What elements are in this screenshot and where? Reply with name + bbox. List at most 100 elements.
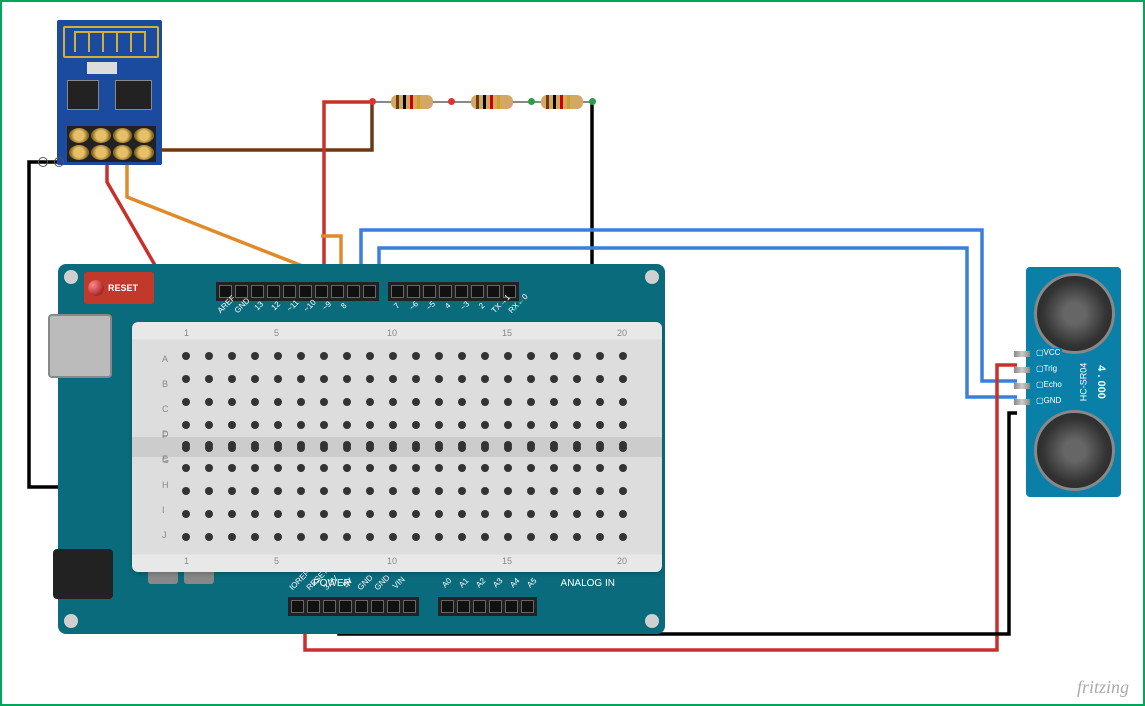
pin-label: A2 <box>472 574 490 592</box>
power-pin-labels: IOREFRESET3.3V5VGNDGNDVIN <box>294 583 413 592</box>
reset-button[interactable] <box>88 280 104 296</box>
breadboard-hole <box>274 421 282 429</box>
esp-pin <box>134 145 154 160</box>
breadboard-hole <box>435 398 443 406</box>
breadboard-hole <box>366 352 374 360</box>
breadboard-hole <box>343 352 351 360</box>
breadboard-hole <box>274 375 282 383</box>
header-pin <box>471 285 484 298</box>
bb-row-letter: J <box>162 530 169 540</box>
bb-col-5: 5 <box>274 328 279 338</box>
mounting-hole-icon <box>645 270 659 284</box>
header-pin <box>323 600 336 613</box>
header-pin <box>407 285 420 298</box>
breadboard-hole <box>366 375 374 383</box>
breadboard-hole <box>458 487 466 495</box>
breadboard-hole <box>481 421 489 429</box>
breadboard-hole <box>504 464 512 472</box>
bb-row-letter: A <box>162 354 169 364</box>
header-pin <box>347 285 360 298</box>
breadboard-hole <box>274 398 282 406</box>
breadboard-hole <box>550 398 558 406</box>
breadboard-hole <box>205 375 213 383</box>
breadboard-hole <box>527 487 535 495</box>
breadboard-hole <box>619 487 627 495</box>
breadboard-hole <box>389 464 397 472</box>
breadboard-hole <box>481 375 489 383</box>
hole-icon <box>38 157 48 167</box>
breadboard-hole <box>435 441 443 449</box>
breadboard-hole <box>343 398 351 406</box>
breadboard-hole <box>573 533 581 541</box>
breadboard-hole <box>573 464 581 472</box>
breadboard-hole <box>435 464 443 472</box>
breadboard-hole <box>619 421 627 429</box>
breadboard-hole <box>504 533 512 541</box>
digital-pin-labels-right: 7~6~54~32TX→1RX←0 <box>394 306 530 315</box>
pin-label: IOREF <box>288 574 306 592</box>
sensor-model-text: HC-SR04 <box>1078 363 1088 402</box>
sensor-pin: ▢Echo <box>1014 383 1030 389</box>
breadboard-hole <box>366 398 374 406</box>
breadboard-hole <box>458 352 466 360</box>
breadboard-hole <box>481 352 489 360</box>
breadboard-hole <box>412 398 420 406</box>
breadboard-hole <box>251 510 259 518</box>
breadboard-hole <box>182 487 190 495</box>
node-dot <box>369 98 376 105</box>
header-pin <box>307 600 320 613</box>
sensor-brand-text: 4 . 000 <box>1095 365 1107 399</box>
header-pin <box>455 285 468 298</box>
sensor-pin: ▢VCC <box>1014 351 1030 357</box>
breadboard-hole <box>412 441 420 449</box>
breadboard-hole <box>182 398 190 406</box>
breadboard-hole <box>320 441 328 449</box>
breadboard-hole <box>366 510 374 518</box>
pin-label: A3 <box>489 574 507 592</box>
breadboard-hole <box>619 464 627 472</box>
mounting-hole-icon <box>64 270 78 284</box>
header-pin <box>441 600 454 613</box>
header-pin <box>331 285 344 298</box>
breadboard-hole <box>458 398 466 406</box>
header-pin <box>487 285 500 298</box>
node-dot <box>528 98 535 105</box>
esp-pin <box>69 145 89 160</box>
breadboard-hole <box>435 352 443 360</box>
breadboard-hole <box>550 421 558 429</box>
bb-col-10b: 10 <box>387 556 397 566</box>
wire-arduino-to-resistor-red <box>324 102 372 286</box>
breadboard-hole <box>596 533 604 541</box>
breadboard-hole <box>619 398 627 406</box>
header-pin <box>521 600 534 613</box>
breadboard-hole <box>251 533 259 541</box>
breadboard-hole <box>573 487 581 495</box>
breadboard-hole <box>320 421 328 429</box>
breadboard-hole <box>366 421 374 429</box>
breadboard-hole <box>458 375 466 383</box>
bb-col-20b: 20 <box>617 556 627 566</box>
bb-row-letter: F <box>162 430 169 440</box>
breadboard-hole <box>182 421 190 429</box>
breadboard-hole <box>596 398 604 406</box>
header-pin <box>391 285 404 298</box>
breadboard-hole <box>297 398 305 406</box>
breadboard-hole <box>481 510 489 518</box>
breadboard-hole <box>297 421 305 429</box>
breadboard-hole <box>527 464 535 472</box>
breadboard-hole <box>619 352 627 360</box>
breadboard-hole <box>504 375 512 383</box>
breadboard-hole <box>389 398 397 406</box>
bb-col-1b: 1 <box>184 556 189 566</box>
esp-pin <box>113 128 133 143</box>
breadboard-hole <box>205 510 213 518</box>
breadboard-hole <box>550 375 558 383</box>
header-pin <box>371 600 384 613</box>
breadboard-hole <box>228 510 236 518</box>
crystal-icon <box>87 62 117 74</box>
esp-pin <box>69 128 89 143</box>
breadboard-hole <box>182 441 190 449</box>
breadboard-hole <box>619 375 627 383</box>
breadboard-hole <box>205 398 213 406</box>
breadboard-hole <box>458 533 466 541</box>
